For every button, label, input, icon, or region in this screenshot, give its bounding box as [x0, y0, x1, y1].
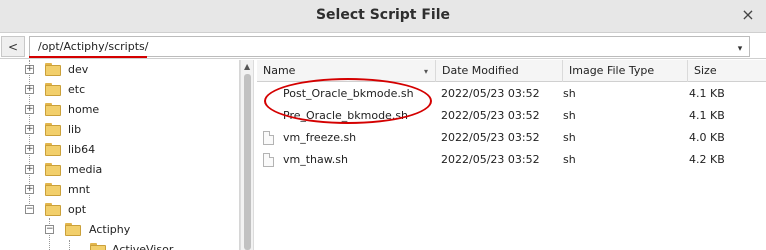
column-header-size[interactable]: Size — [688, 60, 766, 82]
tree-item[interactable]: − opt — [0, 200, 238, 220]
title-bar: Select Script File × — [0, 0, 766, 33]
annotation-underline — [29, 56, 147, 58]
file-icon — [263, 153, 274, 167]
folder-icon — [45, 123, 61, 136]
path-text: /opt/Actiphy/scripts/ — [38, 40, 149, 53]
tree-item[interactable]: + media — [0, 160, 238, 180]
tree-item-label: lib — [68, 123, 82, 136]
tree-item[interactable]: + mnt — [0, 180, 238, 200]
folder-icon — [45, 83, 61, 96]
expand-icon[interactable]: + — [25, 85, 34, 94]
annotation-ellipse — [264, 78, 432, 124]
file-type: sh — [563, 109, 576, 122]
file-name: vm_freeze.sh — [283, 131, 357, 144]
file-type: sh — [563, 131, 576, 144]
tree-item[interactable]: + etc — [0, 80, 238, 100]
file-size: 4.0 KB — [689, 131, 725, 144]
expand-icon[interactable]: + — [25, 105, 34, 114]
file-row[interactable]: vm_freeze.sh 2022/05/23 03:52 sh 4.0 KB — [257, 127, 766, 149]
column-header-label: Date Modified — [442, 64, 519, 77]
collapse-icon[interactable]: − — [25, 205, 34, 214]
sort-down-icon: ▾ — [424, 67, 429, 76]
column-header-label: Name — [263, 64, 296, 77]
expand-icon[interactable]: + — [25, 65, 34, 74]
folder-icon — [45, 183, 61, 196]
tree-item-label: Actiphy — [89, 223, 131, 236]
column-header-type[interactable]: Image File Type — [563, 60, 688, 82]
file-date: 2022/05/23 03:52 — [441, 87, 540, 100]
back-button[interactable]: < — [1, 36, 25, 57]
column-header-label: Size — [694, 64, 717, 77]
tree-item-label: home — [68, 103, 100, 116]
folder-icon — [45, 143, 61, 156]
path-input[interactable]: /opt/Actiphy/scripts/ ▾ — [29, 36, 750, 57]
file-size: 4.2 KB — [689, 153, 725, 166]
tree-item-label: etc — [68, 83, 86, 96]
file-icon — [263, 131, 274, 145]
tree-item-label: media — [68, 163, 103, 176]
tree-item-label: lib64 — [68, 143, 96, 156]
file-type: sh — [563, 87, 576, 100]
expand-icon[interactable]: + — [25, 185, 34, 194]
folder-icon — [45, 103, 61, 116]
dialog-title: Select Script File — [315, 7, 451, 23]
scroll-up-icon[interactable]: ▲ — [244, 62, 250, 71]
tree-item-label: mnt — [68, 183, 90, 196]
close-icon[interactable]: × — [738, 5, 758, 25]
tree-item[interactable]: + lib64 — [0, 140, 238, 160]
expand-icon[interactable]: + — [25, 145, 34, 154]
tree-item[interactable]: + home — [0, 100, 238, 120]
expand-icon[interactable]: + — [25, 165, 34, 174]
tree-item[interactable]: − Actiphy — [0, 220, 238, 240]
tree-item[interactable]: + dev — [0, 60, 238, 80]
tree-item-label: dev — [68, 63, 89, 76]
folder-icon — [45, 203, 61, 216]
file-date: 2022/05/23 03:52 — [441, 131, 540, 144]
file-name: vm_thaw.sh — [283, 153, 348, 166]
tree-item-label: ActiveVisor — [112, 243, 174, 250]
file-size: 4.1 KB — [689, 87, 725, 100]
file-row[interactable]: vm_thaw.sh 2022/05/23 03:52 sh 4.2 KB — [257, 149, 766, 171]
chevron-down-icon[interactable]: ▾ — [734, 42, 746, 56]
expand-icon[interactable]: + — [25, 125, 34, 134]
folder-icon — [90, 243, 106, 250]
folder-icon — [45, 163, 61, 176]
file-date: 2022/05/23 03:52 — [441, 153, 540, 166]
tree-item[interactable]: + lib — [0, 120, 238, 140]
folder-icon — [65, 223, 81, 236]
file-size: 4.1 KB — [689, 109, 725, 122]
tree-item-label: opt — [68, 203, 87, 216]
tree-scrollbar[interactable]: ▲ — [240, 60, 254, 250]
tree-item[interactable]: ActiveVisor — [0, 240, 238, 250]
file-date: 2022/05/23 03:52 — [441, 109, 540, 122]
scrollbar-thumb[interactable] — [244, 74, 251, 250]
column-header-label: Image File Type — [569, 64, 655, 77]
folder-tree[interactable]: + dev + etc + home + lib + lib64 + media… — [0, 60, 240, 250]
folder-icon — [45, 63, 61, 76]
column-header-date[interactable]: Date Modified — [436, 60, 563, 82]
file-type: sh — [563, 153, 576, 166]
collapse-icon[interactable]: − — [45, 225, 54, 234]
